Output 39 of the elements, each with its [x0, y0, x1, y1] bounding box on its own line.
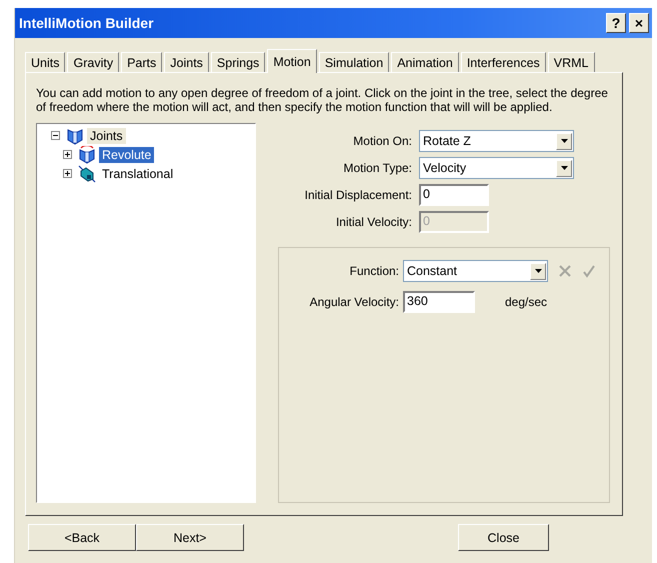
- field-label: Motion On:: [352, 134, 412, 148]
- joint-icon: [66, 126, 84, 144]
- tab[interactable]: Joints: [164, 52, 209, 72]
- field-label: Angular Velocity:: [308, 295, 399, 309]
- tree-item[interactable]: Joints: [87, 128, 126, 144]
- dropdown[interactable]: Constant: [403, 260, 548, 282]
- tree-item[interactable]: Translational: [99, 166, 176, 182]
- tab[interactable]: Motion: [267, 49, 317, 73]
- translational-joint-icon: [78, 164, 96, 182]
- revolute-joint-icon: [78, 146, 96, 164]
- field-label: Initial Velocity:: [334, 215, 412, 229]
- field-label: Function:: [348, 264, 399, 278]
- unit-label: deg/sec: [505, 295, 548, 309]
- collapse-icon[interactable]: [51, 131, 60, 140]
- tab[interactable]: Units: [25, 52, 66, 72]
- help-button[interactable]: ?: [606, 13, 626, 33]
- expand-icon[interactable]: [63, 150, 72, 159]
- dropdown[interactable]: Velocity: [419, 157, 574, 179]
- window-title: IntelliMotion Builder: [19, 15, 154, 31]
- tree-item[interactable]: Revolute: [99, 146, 154, 162]
- description-text: You can add motion to any open degree of freedom of a joint. Click on the joint in the tree, select the degree of freedom where the motion will act, and then specify the motion function that will will be applied.: [36, 86, 609, 114]
- dropdown[interactable]: Rotate Z: [419, 130, 574, 152]
- input-field[interactable]: 360: [403, 291, 475, 313]
- tab[interactable]: VRML: [548, 52, 595, 72]
- check-icon[interactable]: [582, 264, 596, 278]
- field-label: Motion Type:: [342, 161, 412, 175]
- field-label: Initial Displacement:: [304, 188, 412, 202]
- nav-button[interactable]: Next>: [136, 524, 244, 551]
- tab[interactable]: Simulation: [318, 52, 390, 72]
- close-button[interactable]: ×: [629, 13, 649, 33]
- expand-icon[interactable]: [63, 169, 72, 178]
- nav-button[interactable]: <Back: [28, 524, 136, 551]
- tab[interactable]: Gravity: [67, 52, 120, 72]
- input-field[interactable]: 0: [419, 184, 489, 206]
- close-dialog-button[interactable]: Close: [458, 524, 549, 551]
- tab[interactable]: Springs: [210, 52, 266, 72]
- tab[interactable]: Animation: [391, 52, 459, 72]
- tab[interactable]: Interferences: [460, 52, 546, 72]
- tab[interactable]: Parts: [121, 52, 162, 72]
